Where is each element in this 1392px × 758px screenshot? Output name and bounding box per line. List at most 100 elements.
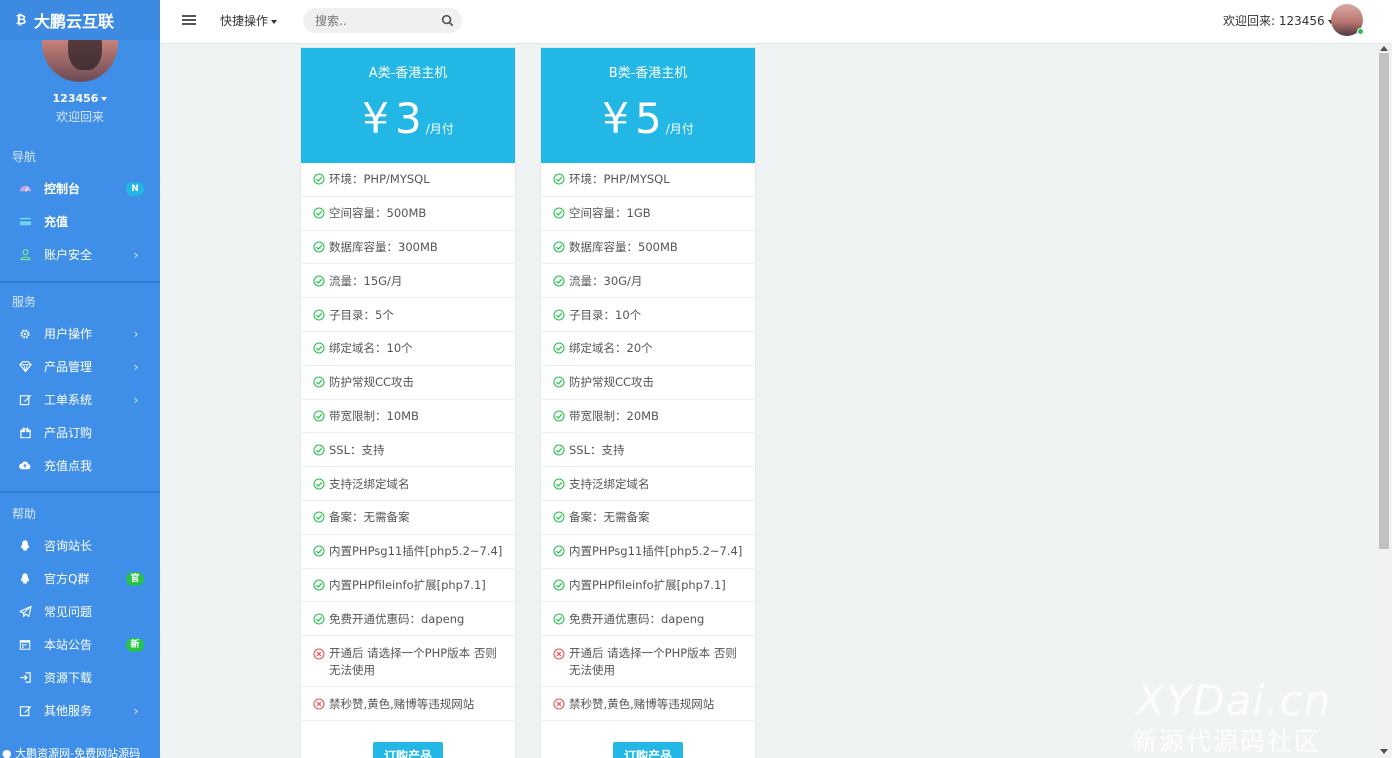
sidebar-item[interactable]: 控制台 N xyxy=(0,172,160,205)
sidebar-item[interactable]: 充值点我 xyxy=(0,449,160,482)
check-circle-icon xyxy=(553,376,565,388)
calendar-icon xyxy=(18,638,32,652)
scroll-down-icon[interactable] xyxy=(1380,749,1388,754)
feature-text: 带宽限制：10MB xyxy=(329,408,419,423)
chevron-right-icon: › xyxy=(133,247,139,262)
scrollbar-thumb[interactable] xyxy=(1379,53,1389,549)
sidebar-item[interactable]: 充值 xyxy=(0,205,160,238)
sidebar-item[interactable]: 产品管理 › xyxy=(0,350,160,383)
feature-text: 内置PHPfileinfo扩展[php7.1] xyxy=(329,577,486,592)
check-circle-icon xyxy=(553,444,565,456)
times-circle-icon xyxy=(313,648,325,660)
feature-text: 绑定域名：20个 xyxy=(569,341,653,356)
feature-item: 数据库容量：500MB xyxy=(541,231,755,265)
feature-item: 内置PHPsg11插件[php5.2~7.4] xyxy=(541,535,755,569)
plan-card: A类-香港主机 ¥3/月付 环境：PHP/MYSQL 空间容量：500MB 数据库容量：… xyxy=(300,47,516,758)
check-circle-icon xyxy=(313,613,325,625)
check-circle-icon xyxy=(313,579,325,591)
check-circle-icon xyxy=(313,410,325,422)
sidebar-item-label: 产品订购 xyxy=(44,426,93,440)
user-welcome: 欢迎回来 xyxy=(55,110,104,124)
user-name-dropdown[interactable]: 123456 xyxy=(0,92,160,105)
check-circle-icon xyxy=(553,173,565,185)
caret-down-icon xyxy=(101,97,108,101)
feature-text: 内置PHPsg11插件[php5.2~7.4] xyxy=(329,544,503,559)
sidebar-item-label: 其他服务 xyxy=(44,704,93,718)
paper-plane-icon xyxy=(18,605,32,619)
sidebar-item[interactable]: 咨询站长 xyxy=(0,529,160,562)
qq-icon xyxy=(18,572,32,586)
feature-text: 禁秒赞,黄色,赌博等违规网站 xyxy=(569,696,715,711)
check-circle-icon xyxy=(313,444,325,456)
sidebar-item-label: 官方Q群 xyxy=(44,572,90,586)
welcome-user-dropdown[interactable]: 欢迎回来: 123456 xyxy=(1223,12,1334,29)
check-circle-icon xyxy=(553,613,565,625)
search-icon[interactable] xyxy=(441,14,454,27)
sidebar-item-badge: N xyxy=(126,181,144,196)
sidebar-item-label: 充值 xyxy=(44,215,69,229)
times-circle-icon xyxy=(553,648,565,660)
scroll-up-icon[interactable] xyxy=(1380,46,1388,51)
feature-text: 环境：PHP/MYSQL xyxy=(329,172,430,187)
check-circle-icon xyxy=(313,309,325,321)
sidebar-divider xyxy=(0,491,160,493)
chevron-right-icon: › xyxy=(133,326,139,341)
check-circle-icon xyxy=(313,478,325,490)
chevron-right-icon: › xyxy=(133,359,139,374)
plan-price: ¥3/月付 xyxy=(301,94,515,144)
sidebar-item[interactable]: 官方Q群 官 xyxy=(0,562,160,595)
order-product-button[interactable]: 订购产品 xyxy=(613,742,683,758)
menu-toggle-icon[interactable] xyxy=(182,13,196,27)
plan-title: A类-香港主机 xyxy=(368,66,448,81)
feature-text: 支持泛绑定域名 xyxy=(569,476,650,491)
currency-symbol: ¥ xyxy=(602,94,629,143)
sidebar-item-badge: 官 xyxy=(126,571,144,586)
caret-down-icon xyxy=(271,19,278,24)
brand[interactable]: ₿ 大鹏云互联 xyxy=(0,0,160,40)
dashboard-icon xyxy=(18,182,32,196)
check-circle-icon xyxy=(553,478,565,490)
plan-header: B类-香港主机 ¥5/月付 xyxy=(541,48,755,163)
feature-item: 免费开通优惠码：dapeng xyxy=(301,602,515,637)
feature-text: 子目录：5个 xyxy=(329,307,394,322)
feature-item: 支持泛绑定域名 xyxy=(301,467,515,501)
sidebar-item[interactable]: 账户安全 › xyxy=(0,238,160,271)
sidebar-item[interactable]: 本站公告 新 xyxy=(0,628,160,661)
feature-item: 支持泛绑定域名 xyxy=(541,467,755,501)
vertical-scrollbar[interactable] xyxy=(1376,45,1392,758)
sidebar-item[interactable]: 用户操作 › xyxy=(0,317,160,350)
sidebar-item-label: 充值点我 xyxy=(44,459,93,473)
credit-card-icon xyxy=(18,215,32,229)
sidebar-item[interactable]: 其他服务 › xyxy=(0,694,160,727)
check-circle-icon xyxy=(313,207,325,219)
price-unit: /月付 xyxy=(665,122,694,136)
price-unit: /月付 xyxy=(425,122,454,136)
sidebar-item[interactable]: 常见问题 xyxy=(0,595,160,628)
feature-text: 子目录：10个 xyxy=(569,307,642,322)
quick-actions-dropdown[interactable]: 快捷操作 xyxy=(220,12,278,29)
sidebar-footer[interactable]: ● 大鹏资源网-免费网站源码 xyxy=(0,745,160,758)
order-product-button[interactable]: 订购产品 xyxy=(373,742,443,758)
sidebar-item[interactable]: 产品订购 xyxy=(0,416,160,449)
check-circle-icon xyxy=(313,511,325,523)
watermark-subtext: 新源代源码社区 xyxy=(1132,727,1322,756)
check-circle-icon xyxy=(553,309,565,321)
plan-price: ¥5/月付 xyxy=(541,94,755,144)
feature-item: 开通后 请选择一个PHP版本 否则无法使用 xyxy=(301,636,515,688)
chevron-right-icon: › xyxy=(133,703,139,718)
feature-text: 免费开通优惠码：dapeng xyxy=(569,611,705,626)
search-input[interactable] xyxy=(315,12,435,29)
feature-text: 禁秒赞,黄色,赌博等违规网站 xyxy=(329,696,475,711)
feature-text: 空间容量：500MB xyxy=(329,206,427,221)
feature-item: 环境：PHP/MYSQL xyxy=(541,163,755,197)
check-circle-icon xyxy=(313,376,325,388)
sidebar-item[interactable]: 资源下载 xyxy=(0,661,160,694)
topbar-avatar[interactable] xyxy=(1331,4,1364,36)
check-circle-icon xyxy=(313,342,325,354)
sidebar-item[interactable]: 工单系统 › xyxy=(0,383,160,416)
feature-text: SSL：支持 xyxy=(329,442,385,457)
sidebar-section-title: 帮助 xyxy=(12,507,37,521)
sidebar-item-label: 控制台 xyxy=(44,182,81,196)
check-circle-icon xyxy=(553,275,565,287)
edit-icon xyxy=(18,393,32,407)
